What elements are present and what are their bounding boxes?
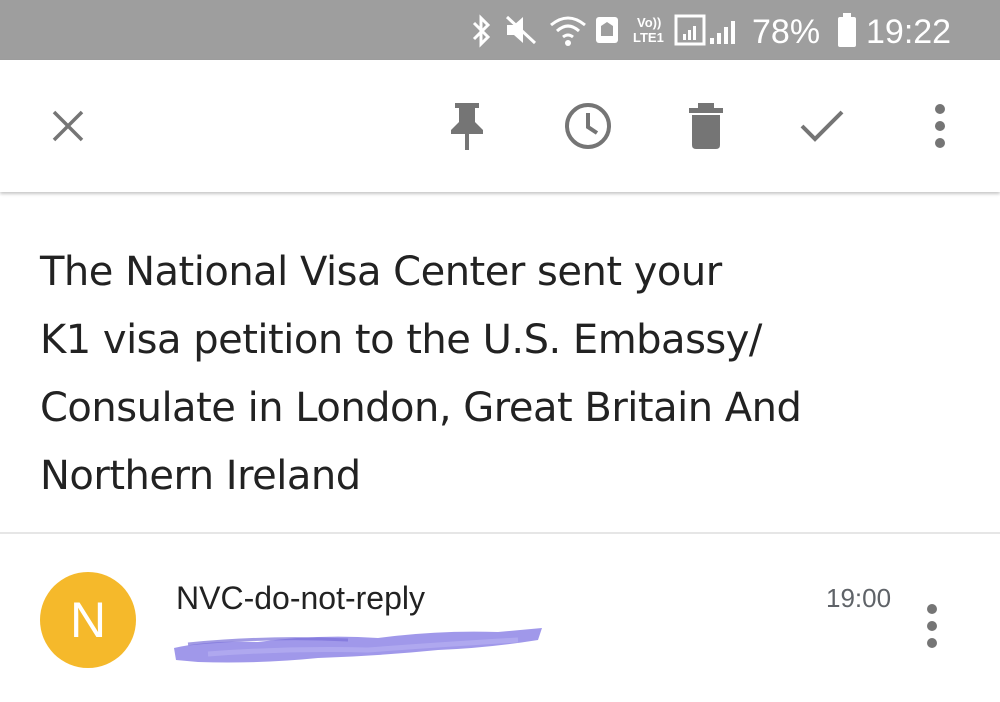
- snooze-icon: [565, 103, 611, 149]
- volte-badge-top: Vo)): [637, 15, 662, 30]
- subject-line: Northern Ireland: [40, 453, 361, 499]
- status-bar: Vo)) LTE1 78% 19:22: [0, 0, 1000, 60]
- more-options-button[interactable]: [906, 92, 974, 160]
- mute-icon: [505, 15, 537, 45]
- wifi-icon: [550, 16, 586, 46]
- redacted-recipient: [174, 628, 542, 663]
- sender-name[interactable]: NVC-do-not-reply: [176, 578, 425, 618]
- close-button[interactable]: [34, 92, 102, 160]
- signal-icon: [710, 21, 735, 44]
- divider: [0, 532, 1000, 534]
- message-more-button[interactable]: [912, 596, 952, 656]
- signal-icon: [674, 14, 706, 46]
- pin-icon: [451, 103, 483, 150]
- more-vert-icon: [927, 604, 937, 648]
- close-icon: [52, 110, 84, 142]
- email-time: 19:00: [826, 583, 892, 613]
- notification-icon: [596, 17, 618, 43]
- delete-icon: [689, 103, 723, 149]
- pin-button[interactable]: [433, 92, 501, 160]
- delete-button[interactable]: [672, 92, 740, 160]
- volte-badge-bottom: LTE1: [633, 30, 664, 45]
- email-subject: The National Visa Center sent your K1 vi…: [40, 238, 940, 510]
- battery-icon: [838, 13, 856, 47]
- sender-avatar[interactable]: N: [40, 572, 136, 668]
- avatar-letter: N: [69, 592, 107, 648]
- subject-line: The National Visa Center sent your: [40, 249, 722, 295]
- battery-percent: 78%: [752, 13, 821, 51]
- subject-line: Consulate in London, Great Britain And: [40, 385, 802, 431]
- mark-done-button[interactable]: [788, 92, 856, 160]
- email-toolbar: [0, 60, 1000, 192]
- done-icon: [800, 110, 844, 142]
- more-vert-icon: [935, 104, 945, 148]
- subject-line: K1 visa petition to the U.S. Embassy/: [40, 317, 762, 363]
- bluetooth-icon: [472, 14, 491, 48]
- status-clock: 19:22: [866, 13, 952, 51]
- snooze-button[interactable]: [554, 92, 622, 160]
